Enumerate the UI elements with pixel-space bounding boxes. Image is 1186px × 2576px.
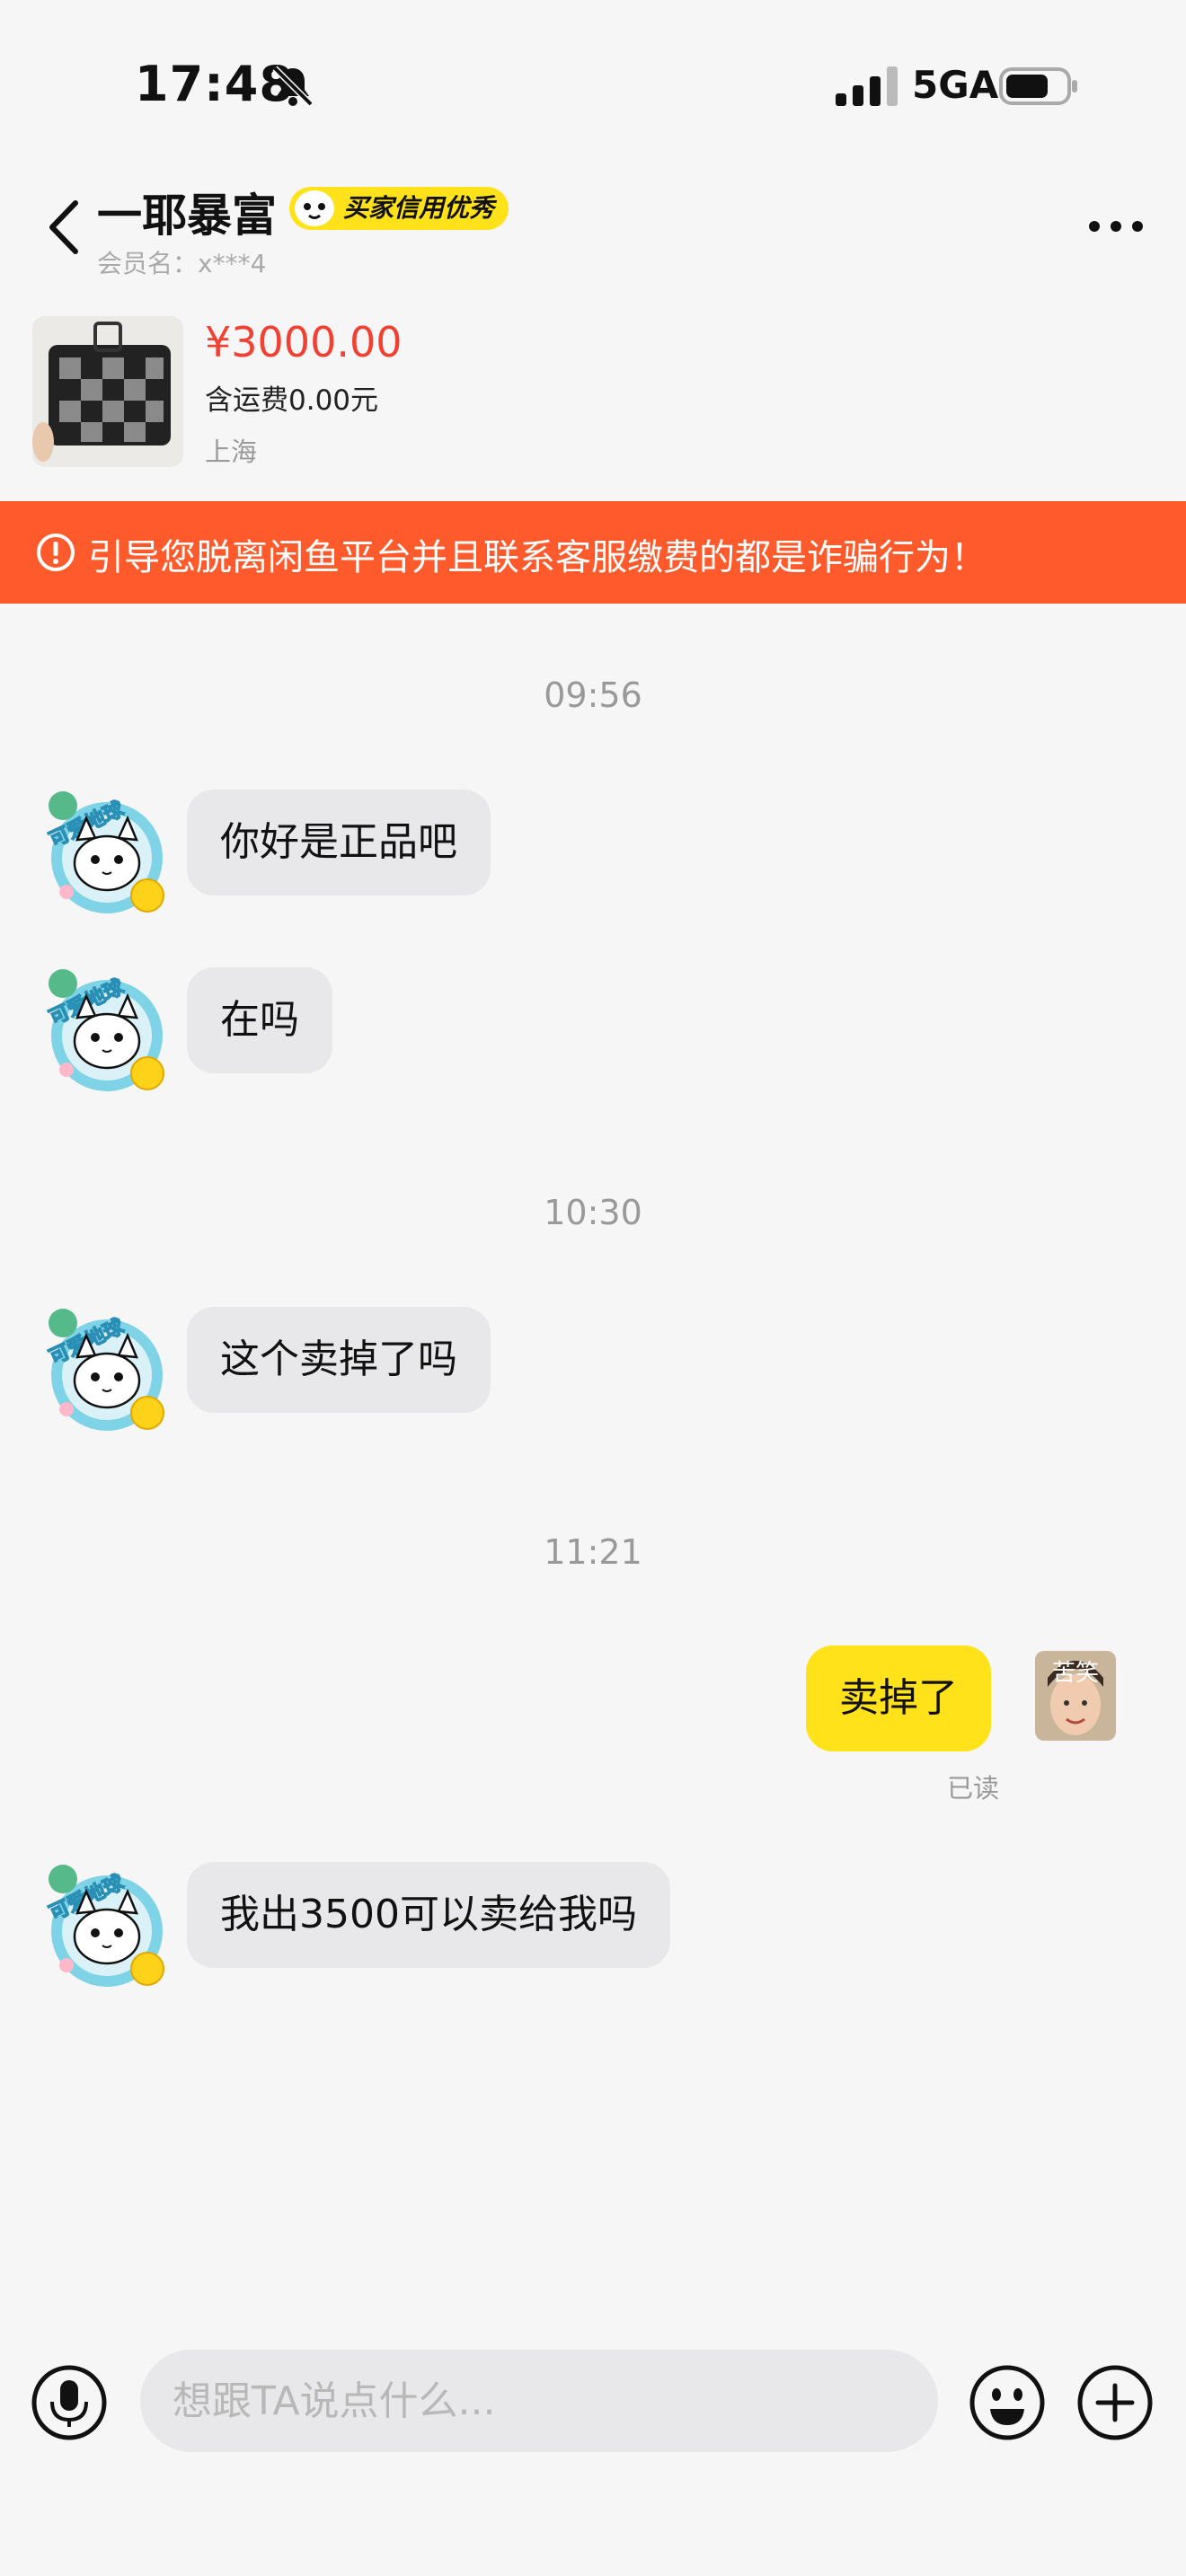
chat-timestamp: 11:21 (544, 1532, 642, 1572)
product-thumbnail[interactable] (32, 316, 183, 467)
my-avatar-caption: 苦笑 (1051, 1660, 1099, 1687)
fraud-warning-text: 引导您脱离闲鱼平台并且联系客服缴费的都是诈骗行为！ (88, 537, 987, 578)
product-shipping: 含运费0.00元 (205, 384, 379, 417)
message-bubble[interactable]: 这个卖掉了吗 (187, 1307, 491, 1413)
badge-face-icon (295, 190, 334, 226)
credit-badge: 买家信用优秀 (289, 187, 509, 230)
product-location: 上海 (205, 437, 258, 467)
microphone-icon[interactable] (31, 2364, 108, 2441)
chat-timestamp: 10:30 (544, 1193, 642, 1232)
alert-icon (37, 534, 75, 571)
my-message-bubble[interactable]: 卖掉了 (806, 1645, 991, 1751)
chat-timestamp: 09:56 (544, 675, 642, 715)
message-input[interactable] (140, 2350, 938, 2452)
avatar[interactable]: 可爱地球 (40, 786, 174, 921)
signal-icon (836, 66, 898, 106)
message-bubble[interactable]: 我出3500可以卖给我吗 (187, 1862, 670, 1968)
avatar[interactable]: 可爱地球 (40, 1859, 174, 1994)
more-icon[interactable] (1087, 208, 1145, 244)
chat-title: 一耶暴富 (97, 190, 277, 242)
network-label: 5GA (912, 63, 999, 107)
avatar[interactable]: 可爱地球 (40, 1303, 174, 1438)
status-bar: 17:48 5GA (0, 0, 1186, 171)
emoji-icon[interactable] (969, 2364, 1046, 2441)
back-chevron-icon[interactable] (43, 196, 88, 259)
avatar[interactable]: 可爱地球 (40, 964, 174, 1098)
bell-slash-icon (272, 66, 314, 107)
battery-icon (999, 67, 1077, 105)
message-bubble[interactable]: 在吗 (187, 967, 332, 1073)
fraud-warning-banner: 引导您脱离闲鱼平台并且联系客服缴费的都是诈骗行为！ (0, 501, 1186, 604)
product-price: ¥3000.00 (205, 318, 403, 366)
member-name: 会员名：x***4 (97, 249, 267, 278)
read-status: 已读 (947, 1773, 1000, 1804)
bag-image (32, 316, 183, 467)
my-avatar[interactable]: 苦笑 (1035, 1651, 1116, 1741)
message-bubble[interactable]: 你好是正品吧 (187, 790, 491, 895)
credit-badge-label: 买家信用优秀 (343, 193, 495, 223)
plus-icon[interactable] (1076, 2364, 1154, 2441)
